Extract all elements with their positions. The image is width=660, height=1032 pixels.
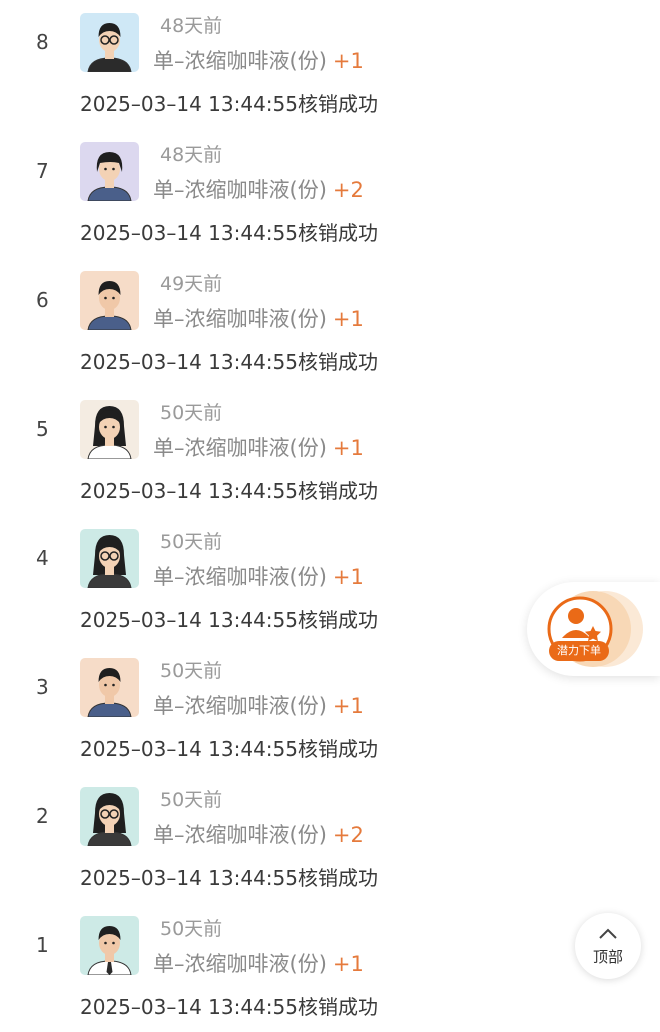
record-time-ago: 50天前 <box>160 402 223 424</box>
woman-glasses-icon <box>80 529 139 588</box>
product-name: 单–浓缩咖啡液(份) <box>153 694 327 718</box>
product-quantity: +1 <box>332 565 364 589</box>
record-log: 2025–03–14 13:44:55核销成功 <box>80 92 378 116</box>
record-row: 1 50天前单–浓缩咖啡液(份) +1 2025–03–14 13:44:55核销成功 <box>0 903 660 1032</box>
user-star-icon <box>547 591 643 667</box>
product-name: 单–浓缩咖啡液(份) <box>153 178 327 202</box>
potential-order-button[interactable]: 潜力下单 <box>527 582 660 676</box>
back-to-top-label: 顶部 <box>592 948 623 966</box>
record-time-ago: 49天前 <box>160 273 223 295</box>
product-name: 单–浓缩咖啡液(份) <box>153 49 327 73</box>
record-row: 2 50天前单–浓缩咖啡液(份) +2 2025–03–14 13:44:55核销成功 <box>0 774 660 903</box>
record-index: 6 <box>36 288 49 312</box>
record-time-ago: 50天前 <box>160 531 223 553</box>
product-quantity: +1 <box>332 952 364 976</box>
record-row: 6 49天前单–浓缩咖啡液(份) +1 2025–03–14 13:44:55核销成功 <box>0 258 660 387</box>
record-time-ago: 50天前 <box>160 789 223 811</box>
record-time-ago: 50天前 <box>160 660 223 682</box>
record-log: 2025–03–14 13:44:55核销成功 <box>80 479 378 503</box>
record-index: 2 <box>36 804 49 828</box>
record-product: 单–浓缩咖啡液(份) +2 <box>153 174 364 204</box>
record-index: 5 <box>36 417 49 441</box>
product-quantity: +1 <box>332 694 364 718</box>
record-index: 7 <box>36 159 49 183</box>
record-product: 单–浓缩咖啡液(份) +1 <box>153 948 364 978</box>
record-product: 单–浓缩咖啡液(份) +2 <box>153 819 364 849</box>
woman-icon <box>80 142 139 201</box>
record-time-ago: 48天前 <box>160 144 223 166</box>
record-product: 单–浓缩咖啡液(份) +1 <box>153 45 364 75</box>
record-log: 2025–03–14 13:44:55核销成功 <box>80 737 378 761</box>
man-glasses-icon <box>80 13 139 72</box>
product-name: 单–浓缩咖啡液(份) <box>153 436 327 460</box>
record-log: 2025–03–14 13:44:55核销成功 <box>80 608 378 632</box>
chevron-up-icon <box>599 928 617 939</box>
product-quantity: +1 <box>332 49 364 73</box>
woman-glasses-icon <box>80 787 139 846</box>
record-product: 单–浓缩咖啡液(份) +1 <box>153 432 364 462</box>
record-time-ago: 50天前 <box>160 918 223 940</box>
record-product: 单–浓缩咖啡液(份) +1 <box>153 690 364 720</box>
record-row: 7 48天前单–浓缩咖啡液(份) +2 2025–03–14 13:44:55核销成功 <box>0 129 660 258</box>
product-name: 单–浓缩咖啡液(份) <box>153 307 327 331</box>
record-index: 4 <box>36 546 49 570</box>
product-name: 单–浓缩咖啡液(份) <box>153 952 327 976</box>
record-time-ago: 48天前 <box>160 15 223 37</box>
record-product: 单–浓缩咖啡液(份) +1 <box>153 303 364 333</box>
record-log: 2025–03–14 13:44:55核销成功 <box>80 350 378 374</box>
product-name: 单–浓缩咖啡液(份) <box>153 565 327 589</box>
man-tie-icon <box>80 916 139 975</box>
record-log: 2025–03–14 13:44:55核销成功 <box>80 221 378 245</box>
woman-long-hair-icon <box>80 400 139 459</box>
record-row: 8 48天前单–浓缩咖啡液(份) +1 2025–03–14 13:44:55核销成功 <box>0 0 660 129</box>
record-list: 8 48天前 单–浓缩咖啡液(份) +1 2025–03–14 13:44:55核销成功… <box>0 0 660 1027</box>
man-icon <box>80 658 139 717</box>
product-quantity: +2 <box>332 178 364 202</box>
back-to-top-button[interactable]: 顶部 <box>575 913 641 979</box>
record-index: 3 <box>36 675 49 699</box>
record-row: 5 50天前单–浓缩咖啡液(份) +1 2025–03–14 13:44:55核销成功 <box>0 387 660 516</box>
record-log: 2025–03–14 13:44:55核销成功 <box>80 866 378 890</box>
record-index: 1 <box>36 933 49 957</box>
product-quantity: +2 <box>332 823 364 847</box>
record-log: 2025–03–14 13:44:55核销成功 <box>80 995 378 1019</box>
product-name: 单–浓缩咖啡液(份) <box>153 823 327 847</box>
potential-order-label: 潜力下单 <box>549 641 609 661</box>
record-product: 单–浓缩咖啡液(份) +1 <box>153 561 364 591</box>
record-index: 8 <box>36 30 49 54</box>
product-quantity: +1 <box>332 436 364 460</box>
man-icon <box>80 271 139 330</box>
product-quantity: +1 <box>332 307 364 331</box>
